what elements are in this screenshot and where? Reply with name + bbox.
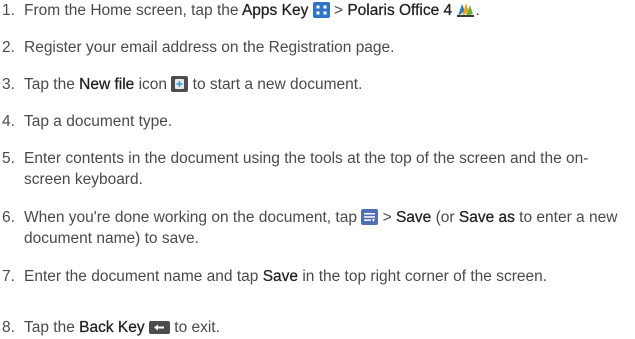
- polaris-office-label: Polaris Office 4: [347, 2, 453, 19]
- save-label: Save: [395, 209, 432, 226]
- step-5: 5. Enter contents in the document using …: [2, 148, 630, 190]
- step-number: 6.: [2, 209, 15, 226]
- new-file-icon: [171, 76, 189, 92]
- step-1: 1. From the Home screen, tap the Apps Ke…: [2, 0, 480, 21]
- step-7: 7. Enter the document name and tap Save …: [2, 266, 630, 287]
- apps-key-label: Apps Key: [241, 2, 309, 19]
- step-text: Tap the Back Key to exit.: [24, 319, 220, 336]
- step-number: 2.: [2, 39, 15, 56]
- step-number: 7.: [2, 268, 15, 285]
- step-text: Tap the New file icon to start a new doc…: [24, 76, 363, 93]
- step-8: 8. Tap the Back Key to exit.: [2, 317, 220, 338]
- step-text: Enter the document name and tap Save in …: [24, 268, 548, 285]
- step-3: 3. Tap the New file icon to start a new …: [2, 74, 362, 95]
- step-2: 2. Register your email address on the Re…: [2, 37, 394, 58]
- back-key-icon: [148, 321, 170, 334]
- menu-icon: [361, 209, 379, 225]
- step-number: 3.: [2, 76, 15, 93]
- new-file-label: New file: [79, 76, 135, 93]
- step-number: 4.: [2, 113, 15, 130]
- step-text: From the Home screen, tap the Apps Key >…: [24, 1, 480, 19]
- step-4: 4. Tap a document type.: [2, 111, 172, 132]
- step-text: Register your email address on the Regis…: [24, 39, 395, 56]
- step-number: 1.: [2, 2, 15, 19]
- step-text: When you're done working on the document…: [24, 209, 618, 247]
- step-text: Tap a document type.: [24, 113, 173, 130]
- step-number: 8.: [2, 319, 15, 336]
- save-label: Save: [262, 268, 299, 285]
- step-number: 5.: [2, 150, 15, 167]
- polaris-office-icon: [456, 1, 475, 18]
- back-key-label: Back Key: [79, 319, 145, 336]
- step-text: Enter contents in the document using the…: [24, 150, 589, 188]
- save-as-label: Save as: [458, 209, 515, 226]
- apps-grid-icon: [312, 2, 330, 18]
- step-6: 6. When you're done working on the docum…: [2, 207, 630, 249]
